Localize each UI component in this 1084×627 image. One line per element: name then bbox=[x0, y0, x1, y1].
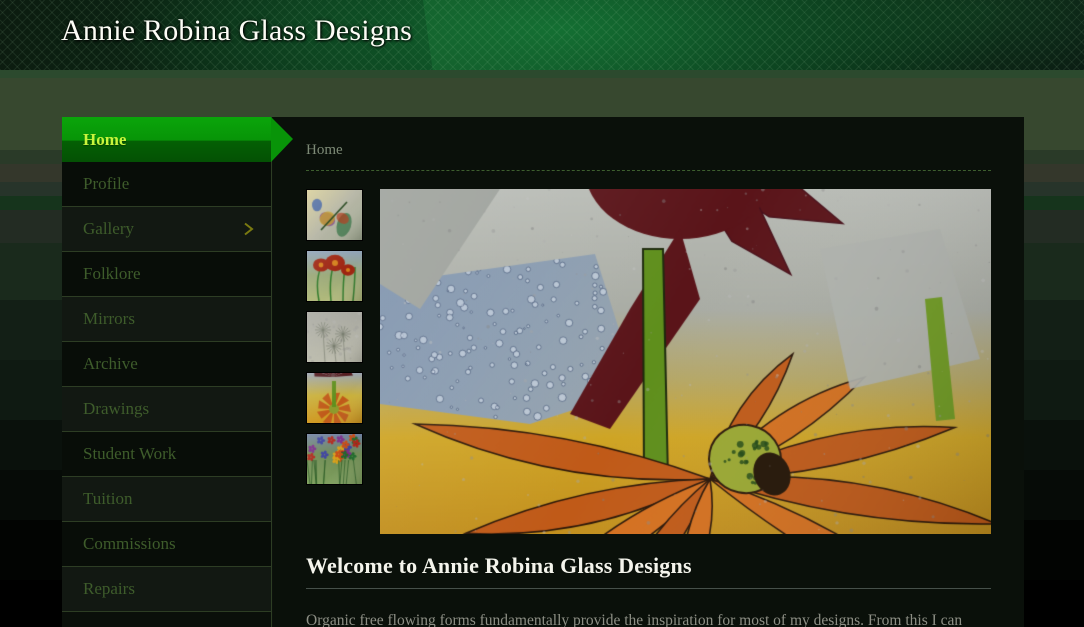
sidebar-item-label: Mirrors bbox=[83, 309, 135, 328]
sidebar-item-label: Tuition bbox=[83, 489, 133, 508]
thumbnail-dragonfly-orange-flower[interactable] bbox=[306, 372, 363, 424]
thumbnail-dragonfly-abstract[interactable] bbox=[306, 189, 363, 241]
thumbnail-red-poppies[interactable] bbox=[306, 250, 363, 302]
chevron-right-icon bbox=[242, 222, 255, 236]
page-root: Annie Robina Glass Designs Home Profile Ga… bbox=[0, 0, 1084, 627]
breadcrumb[interactable]: Home bbox=[306, 142, 991, 171]
sidebar-item-tuition[interactable]: Tuition bbox=[62, 477, 271, 522]
sidebar-item-mirrors[interactable]: Mirrors bbox=[62, 297, 271, 342]
sidebar-item-student-work[interactable]: Student Work bbox=[62, 432, 271, 477]
sidebar-navigation: Home Profile Gallery Folklore Mirrors Archive… bbox=[62, 117, 293, 627]
sidebar-item-label: Gallery bbox=[83, 219, 134, 238]
sidebar-item-commissions[interactable]: Commissions bbox=[62, 522, 271, 567]
main-shell: Home Profile Gallery Folklore Mirrors Archive… bbox=[62, 117, 1024, 627]
sidebar-item-label: Folklore bbox=[83, 264, 141, 283]
thumbnail-dragonfly-abstract-canvas bbox=[307, 190, 362, 240]
sidebar-item-label: Home bbox=[83, 129, 127, 149]
thumbnail-pale-dandelions[interactable] bbox=[306, 311, 363, 363]
sidebar-item-label: Drawings bbox=[83, 399, 150, 418]
header-underband bbox=[0, 70, 1084, 78]
thumbnail-pale-dandelions-canvas bbox=[307, 312, 362, 362]
hero-image[interactable] bbox=[379, 189, 991, 534]
sidebar-item-label: Repairs bbox=[83, 579, 135, 598]
site-header: Annie Robina Glass Designs bbox=[0, 0, 1084, 70]
thumbnail-dragonfly-orange-flower-canvas bbox=[307, 373, 362, 423]
site-title: Annie Robina Glass Designs bbox=[61, 14, 413, 47]
sidebar-item-label: Student Work bbox=[83, 444, 177, 463]
sidebar-item-archive[interactable]: Archive bbox=[62, 342, 271, 387]
sidebar-item-label: Profile bbox=[83, 174, 130, 193]
sidebar-item-profile[interactable]: Profile bbox=[62, 162, 271, 207]
content-area: Home Welcome to Annie Robina Glass Desig… bbox=[273, 117, 1024, 627]
sidebar-item-label: Archive bbox=[83, 354, 138, 373]
thumbnail-strip bbox=[306, 189, 371, 534]
sidebar-item-repairs[interactable]: Repairs bbox=[62, 567, 271, 612]
thumbnail-mixed-wildflowers-canvas bbox=[307, 434, 362, 484]
sidebar-item-home[interactable]: Home bbox=[62, 117, 293, 162]
intro-paragraph: Organic free flowing forms fundamentally… bbox=[306, 612, 963, 627]
sidebar-item-label: Commissions bbox=[83, 534, 176, 553]
sidebar-item-folklore[interactable]: Folklore bbox=[62, 252, 271, 297]
sidebar-item-drawings[interactable]: Drawings bbox=[62, 387, 271, 432]
thumbnail-mixed-wildflowers[interactable] bbox=[306, 433, 363, 485]
sidebar-item-gallery[interactable]: Gallery bbox=[62, 207, 271, 252]
hero-image-canvas bbox=[379, 189, 991, 534]
media-row bbox=[306, 189, 991, 534]
page-title: Welcome to Annie Robina Glass Designs bbox=[306, 553, 991, 589]
thumbnail-red-poppies-canvas bbox=[307, 251, 362, 301]
